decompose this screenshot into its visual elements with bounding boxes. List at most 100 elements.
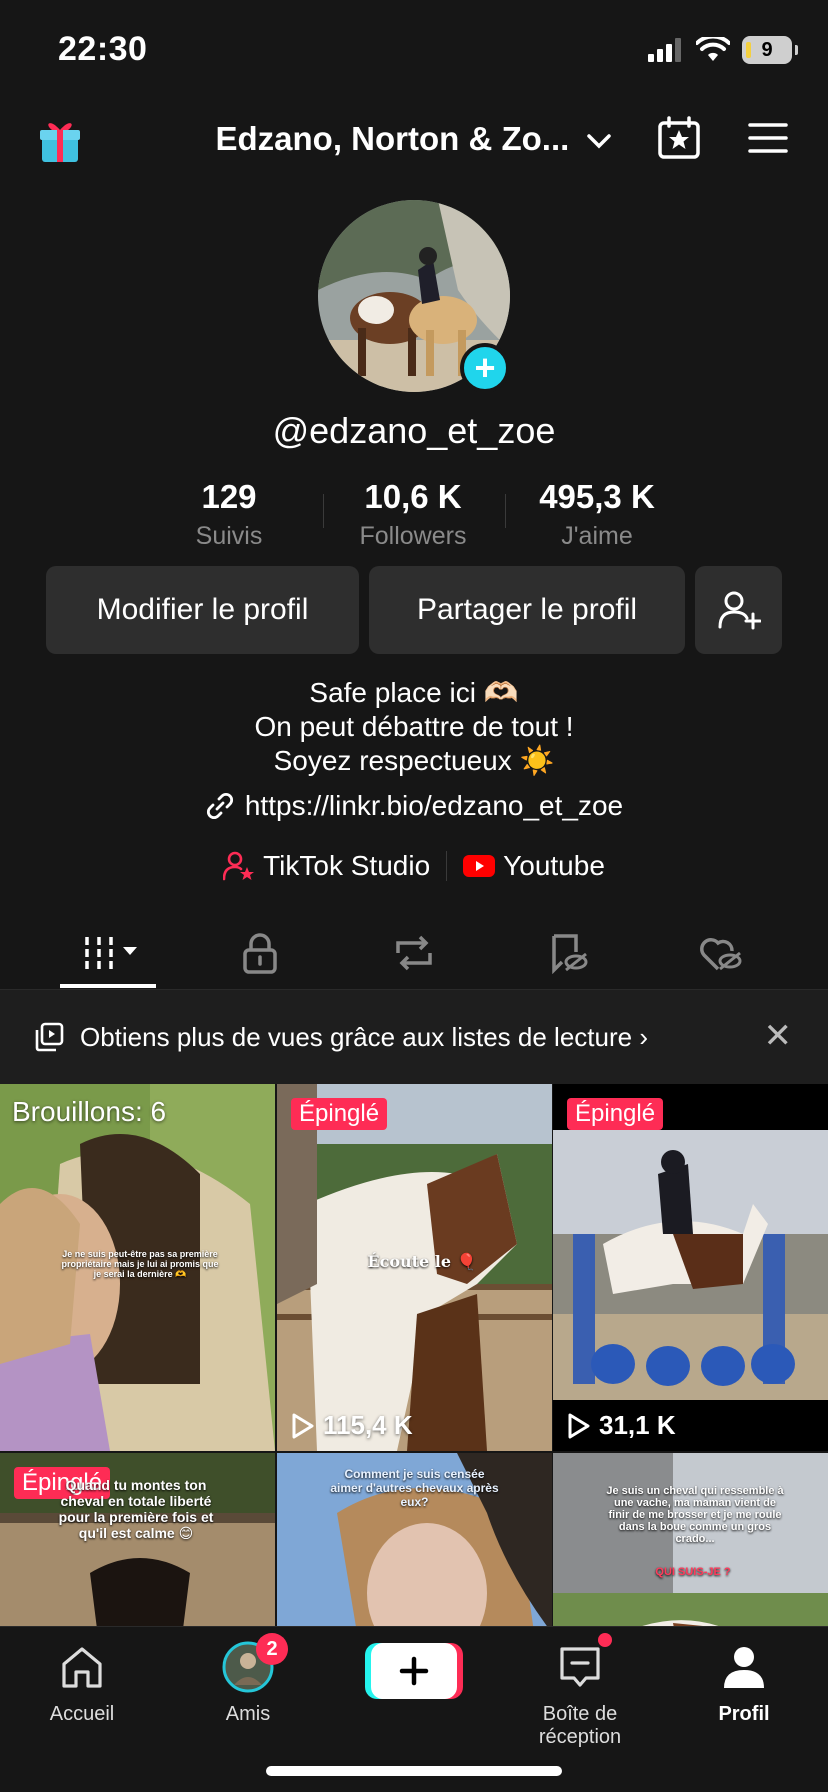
- profile-header: Edzano, Norton & Zo...: [0, 110, 828, 170]
- divider: [505, 494, 506, 528]
- bio-line: Soyez respectueux ☀️: [273, 745, 555, 776]
- youtube-label: Youtube: [503, 850, 605, 881]
- tab-saved[interactable]: [528, 928, 608, 978]
- drafts-tile[interactable]: Brouillons: 6 Je ne suis peut-être pas s…: [0, 1084, 275, 1451]
- battery-level: 9: [761, 38, 773, 61]
- view-count-value: 31,1 K: [599, 1410, 676, 1440]
- stat-label: Followers: [359, 522, 467, 550]
- video-caption-highlight: QUI SUIS-JE ?: [655, 1566, 731, 1578]
- tab-reposts[interactable]: [374, 928, 454, 978]
- tiktok-studio-link[interactable]: TikTok Studio: [223, 850, 430, 882]
- stat-value: 10,6 K: [364, 478, 462, 515]
- inbox-notification-dot: [598, 1633, 612, 1647]
- username: @edzano_et_zoe: [272, 410, 556, 451]
- signal-icon: [648, 38, 681, 62]
- heart-hidden-icon: [700, 938, 742, 971]
- calendar-star-icon[interactable]: [657, 116, 701, 160]
- view-count: 115,4 K: [291, 1410, 413, 1441]
- active-tab-indicator: [60, 984, 156, 988]
- repost-icon: [396, 935, 432, 971]
- add-friend-button[interactable]: [695, 566, 782, 654]
- stat-value: 495,3 K: [539, 478, 655, 515]
- inbox-icon: [560, 1647, 600, 1687]
- nav-friends[interactable]: Amis: [168, 1637, 328, 1726]
- drafts-label: Brouillons: 6: [12, 1096, 167, 1127]
- nav-profile[interactable]: Profil: [664, 1637, 824, 1726]
- view-count: 31,1 K: [567, 1410, 676, 1441]
- battery-icon: 9: [742, 36, 798, 64]
- video-caption: Je ne suis peut-être pas sa première pro…: [61, 1249, 219, 1279]
- nav-label: Profil: [718, 1703, 770, 1725]
- banner-text: Obtiens plus de vues grâce aux listes de…: [80, 1022, 648, 1053]
- create-button[interactable]: [371, 1643, 457, 1699]
- chevron-down-icon: [587, 134, 612, 149]
- edit-profile-button[interactable]: Modifier le profil: [46, 566, 359, 654]
- home-indicator: [266, 1766, 562, 1776]
- profile-icon: [724, 1647, 764, 1688]
- nav-label: Boîte de réception: [538, 1703, 622, 1748]
- nav-label: Amis: [225, 1703, 271, 1725]
- video-tile[interactable]: Épinglé Écoute le 🎈 115,4 K: [277, 1084, 552, 1451]
- stat-value: 129: [201, 478, 257, 515]
- add-person-icon: [718, 591, 761, 630]
- play-icon: [292, 1413, 314, 1438]
- bio-line: Safe place ici 🫶🏻: [309, 677, 519, 708]
- link-text: https://linkr.bio/edzano_et_zoe: [244, 790, 624, 821]
- link-icon: [206, 792, 233, 820]
- play-icon: [568, 1413, 590, 1438]
- bookmark-hidden-icon: [552, 934, 588, 974]
- share-profile-button[interactable]: Partager le profil: [369, 566, 685, 654]
- video-tile[interactable]: Épinglé 31,1 K: [553, 1084, 828, 1451]
- video-tile[interactable]: Épinglé Quand tu montes ton cheval en to…: [0, 1453, 275, 1626]
- video-caption: Écoute le 🎈: [367, 1252, 477, 1271]
- studio-icon: [223, 851, 255, 881]
- nav-label: Accueil: [49, 1703, 115, 1725]
- status-bar: 22:30 9: [0, 0, 828, 100]
- video-grid: Brouillons: 6 Je ne suis peut-être pas s…: [0, 1084, 828, 1626]
- video-caption: Comment je suis censée aimer d'autres ch…: [330, 1467, 499, 1509]
- profile-tabs: [0, 920, 828, 990]
- account-name: Edzano, Norton & Zo...: [215, 120, 570, 157]
- youtube-link[interactable]: Youtube: [463, 850, 605, 882]
- divider: [446, 851, 448, 881]
- video-caption: Quand tu montes ton cheval en totale lib…: [58, 1477, 214, 1541]
- youtube-icon: [463, 855, 496, 877]
- wifi-icon: [696, 37, 730, 61]
- bio-line: On peut débattre de tout !: [254, 711, 574, 742]
- bio: Safe place ici 🫶🏻 On peut débattre de to…: [0, 676, 828, 778]
- video-tile[interactable]: Comment je suis censée aimer d'autres ch…: [277, 1453, 552, 1626]
- home-icon: [62, 1647, 102, 1688]
- stat-likes[interactable]: 495,3 K J'aime: [507, 478, 687, 551]
- status-icons: 9: [648, 36, 798, 64]
- video-tile[interactable]: Je suis un cheval qui ressemble à une va…: [553, 1453, 828, 1626]
- status-time: 22:30: [58, 30, 148, 68]
- tab-liked[interactable]: [680, 928, 760, 978]
- studio-label: TikTok Studio: [263, 850, 431, 881]
- tab-videos[interactable]: [68, 928, 148, 978]
- close-icon[interactable]: ✕: [764, 1016, 793, 1056]
- profile-stats: 129 Suivis 10,6 K Followers 495,3 K J'ai…: [0, 478, 828, 551]
- pinned-badge: Épinglé: [567, 1098, 664, 1130]
- lock-icon: [243, 933, 277, 974]
- account-switcher[interactable]: Edzano, Norton & Zo...: [0, 120, 828, 158]
- plus-icon: [399, 1656, 429, 1686]
- stat-followers[interactable]: 10,6 K Followers: [323, 478, 503, 551]
- videos-grid-icon: [85, 937, 137, 969]
- bio-link[interactable]: https://linkr.bio/edzano_et_zoe: [0, 790, 828, 822]
- stat-following[interactable]: 129 Suivis: [139, 478, 319, 551]
- tab-private[interactable]: [220, 928, 300, 978]
- playlist-icon: [35, 1022, 64, 1052]
- chevron-right-icon: ›: [639, 1022, 648, 1052]
- stat-label: J'aime: [561, 522, 633, 550]
- nav-home[interactable]: Accueil: [2, 1637, 162, 1726]
- menu-icon[interactable]: [746, 120, 790, 156]
- playlist-banner[interactable]: Obtiens plus de vues grâce aux listes de…: [0, 990, 828, 1084]
- friends-notification-badge: 2: [256, 1633, 288, 1665]
- pinned-badge: Épinglé: [291, 1098, 388, 1130]
- banner-message: Obtiens plus de vues grâce aux listes de…: [80, 1022, 633, 1052]
- stat-label: Suivis: [195, 522, 263, 550]
- add-avatar-button[interactable]: +: [460, 343, 510, 393]
- extra-links: TikTok Studio Youtube: [0, 850, 828, 882]
- view-count-value: 115,4 K: [323, 1410, 413, 1440]
- nav-inbox[interactable]: Boîte de réception: [500, 1637, 660, 1749]
